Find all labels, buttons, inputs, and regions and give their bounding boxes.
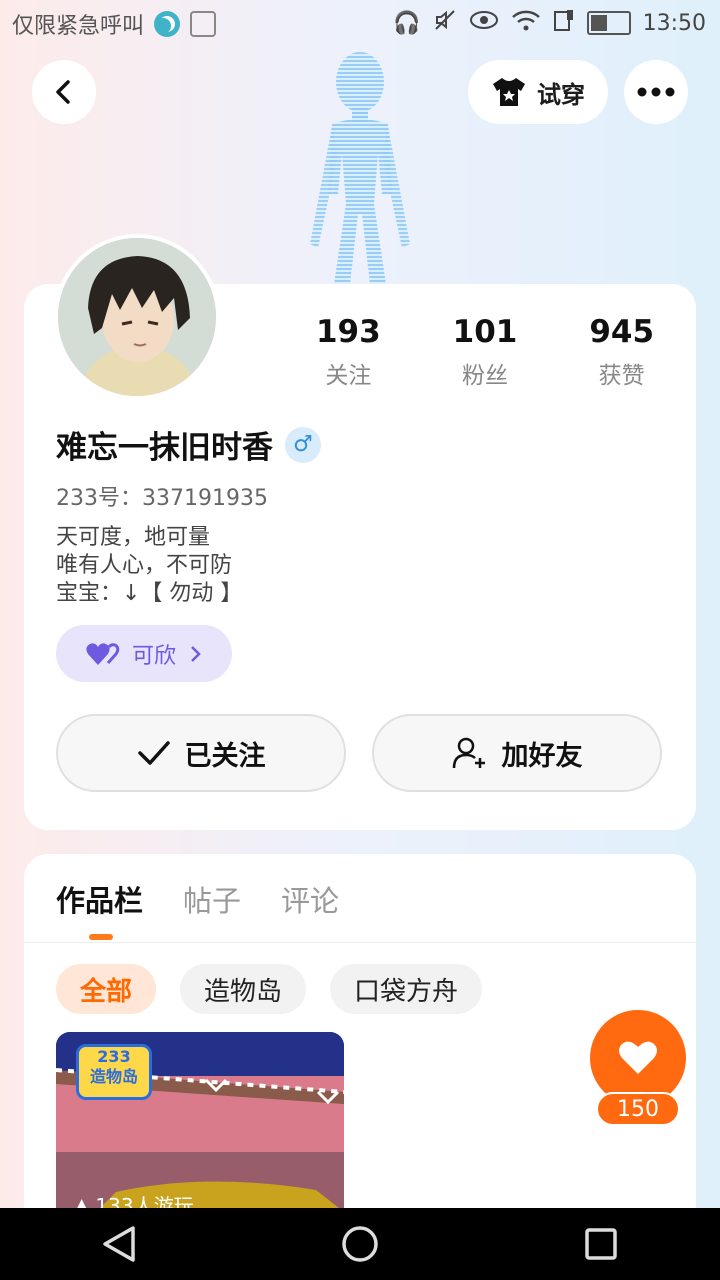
game-logo-number: 233 — [97, 1047, 131, 1066]
user-bio: 天可度，地可量 唯有人心，不可防 宝宝：↓【 勿动 】 — [56, 524, 242, 608]
name-row: 难忘一抹旧时香 ♂ — [56, 422, 321, 467]
double-heart-icon — [86, 642, 120, 665]
likes-label: 获赞 — [598, 363, 645, 389]
more-dots-icon — [637, 87, 675, 97]
fans-label: 粉丝 — [462, 363, 508, 389]
back-button[interactable] — [32, 60, 96, 124]
following-count: 193 — [315, 314, 381, 350]
tab-indicator — [89, 934, 113, 940]
likes-count: 945 — [589, 314, 655, 350]
game-logo: 233 造物岛 — [76, 1044, 152, 1100]
work-thumbnail[interactable]: 233 造物岛 ▲ 133人游玩 — [56, 1032, 344, 1212]
tshirt-icon — [493, 78, 525, 106]
add-friend-label: 加好友 — [501, 740, 583, 772]
headphones-icon: 🎧 — [393, 10, 421, 36]
bio-line: 唯有人心，不可防 — [56, 553, 233, 578]
stat-following[interactable]: 193 关注 — [280, 314, 417, 390]
tab-comments[interactable]: 评论 — [281, 878, 339, 920]
filter-all[interactable]: 全部 — [56, 964, 157, 1014]
moon-icon — [154, 11, 181, 37]
chevron-right-icon — [191, 645, 201, 662]
user-id: 233号：337191935 — [56, 486, 268, 511]
profile-stats: 193 关注 101 粉丝 945 获赞 — [280, 314, 690, 390]
home-circle-icon[interactable] — [340, 1224, 380, 1264]
heart-icon — [619, 1041, 657, 1074]
bio-line: 宝宝：↓【 勿动 】 — [56, 581, 243, 606]
couple-link[interactable]: 可欣 — [56, 625, 232, 682]
filter-chips: 全部 造物岛 口袋方舟 — [56, 964, 483, 1014]
status-bar: 仅限紧急呼叫 🎧 13:50 — [0, 0, 720, 48]
image-icon — [190, 11, 217, 37]
sim-icon — [553, 8, 575, 38]
add-friend-button[interactable]: 加好友 — [372, 714, 662, 792]
stat-fans[interactable]: 101 粉丝 — [417, 314, 554, 390]
add-user-icon — [452, 737, 485, 769]
tab-posts[interactable]: 帖子 — [183, 878, 241, 920]
user-name: 难忘一抹旧时香 — [56, 430, 273, 466]
hologram-avatar[interactable] — [296, 44, 426, 284]
system-nav-bar — [0, 1208, 720, 1280]
chevron-left-icon — [56, 80, 70, 104]
check-icon — [137, 741, 170, 765]
carrier-text: 仅限紧急呼叫 — [12, 14, 145, 39]
more-button[interactable] — [624, 60, 688, 124]
works-tabs: 作品栏 帖子 评论 — [56, 878, 339, 920]
divider — [24, 942, 696, 943]
clock-text: 13:50 — [642, 10, 706, 36]
like-count: 150 — [596, 1092, 680, 1126]
fans-count: 101 — [452, 314, 518, 350]
following-label: 关注 — [325, 363, 372, 389]
try-on-button[interactable]: 试穿 — [468, 60, 608, 124]
bio-line: 天可度，地可量 — [56, 525, 211, 550]
followed-label: 已关注 — [184, 740, 266, 772]
try-on-label: 试穿 — [537, 80, 585, 109]
recents-square-icon[interactable] — [583, 1226, 619, 1262]
couple-name: 可欣 — [131, 643, 176, 669]
back-triangle-icon[interactable] — [101, 1224, 137, 1264]
followed-button[interactable]: 已关注 — [56, 714, 346, 792]
male-icon: ♂ — [285, 426, 321, 463]
mute-icon — [433, 8, 457, 38]
wifi-icon — [511, 8, 541, 38]
eye-icon — [469, 9, 499, 37]
filter-pocket-ark[interactable]: 口袋方舟 — [330, 964, 483, 1014]
game-logo-text: 造物岛 — [89, 1067, 138, 1086]
stat-likes[interactable]: 945 获赞 — [553, 314, 690, 390]
avatar[interactable] — [54, 234, 220, 400]
battery-icon — [586, 11, 631, 35]
filter-creation-island[interactable]: 造物岛 — [180, 964, 307, 1014]
tab-works[interactable]: 作品栏 — [56, 878, 143, 920]
